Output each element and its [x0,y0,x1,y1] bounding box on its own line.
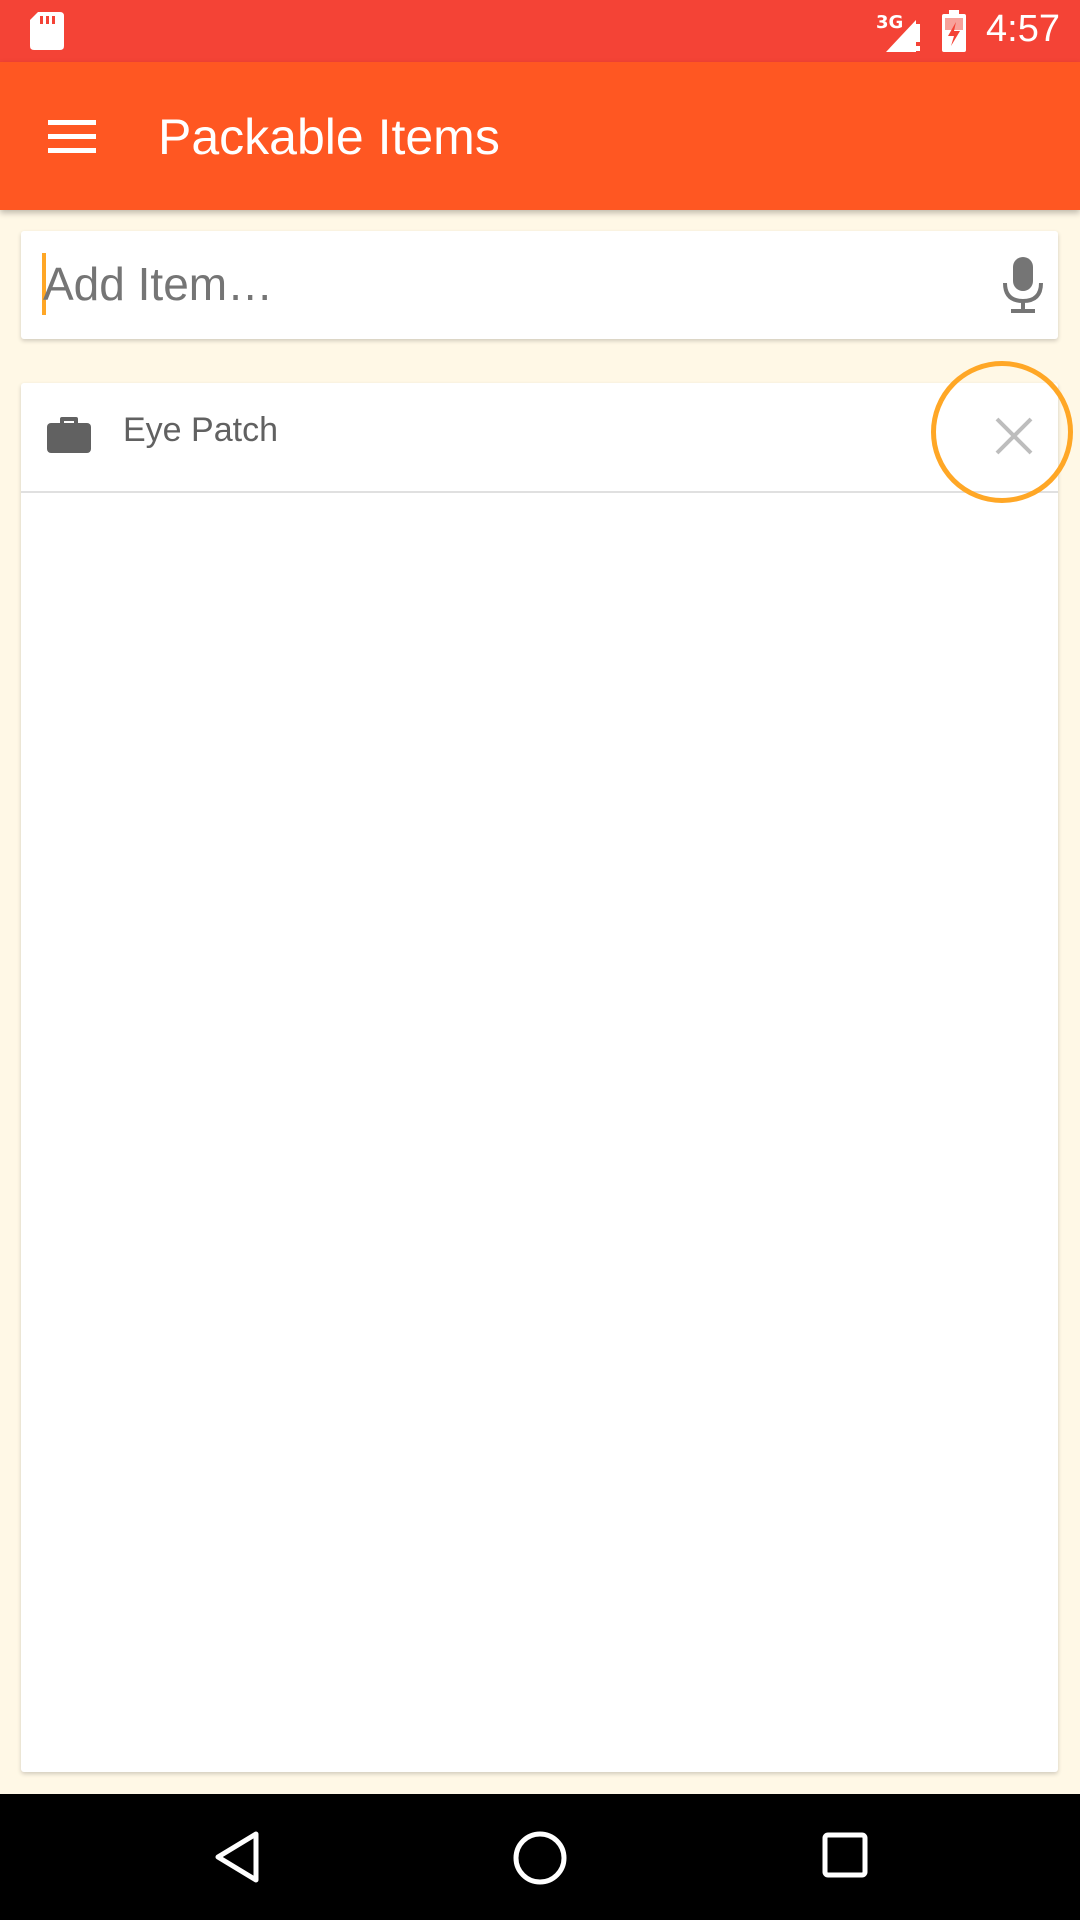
list-item[interactable]: Eye Patch [21,383,1058,493]
clock: 4:57 [986,8,1060,50]
back-icon[interactable] [210,1828,268,1886]
sd-card-icon [30,12,64,50]
signal-icon [886,20,920,52]
recents-icon[interactable] [820,1830,870,1880]
battery-charging-icon [942,10,966,52]
page-title: Packable Items [158,109,500,165]
home-icon[interactable] [510,1828,570,1888]
add-item-input[interactable] [43,247,973,321]
navigation-bar [0,1794,1080,1920]
item-label: Eye Patch [123,411,278,449]
app-bar: Packable Items [0,62,1080,210]
briefcase-icon [47,417,91,453]
add-item-card [21,231,1058,339]
delete-item-button[interactable] [991,413,1037,459]
status-bar: 3G 4:57 [0,0,1080,62]
menu-icon[interactable] [44,114,100,158]
packable-items-list: Eye Patch [21,383,1058,1772]
microphone-icon[interactable] [999,255,1047,315]
